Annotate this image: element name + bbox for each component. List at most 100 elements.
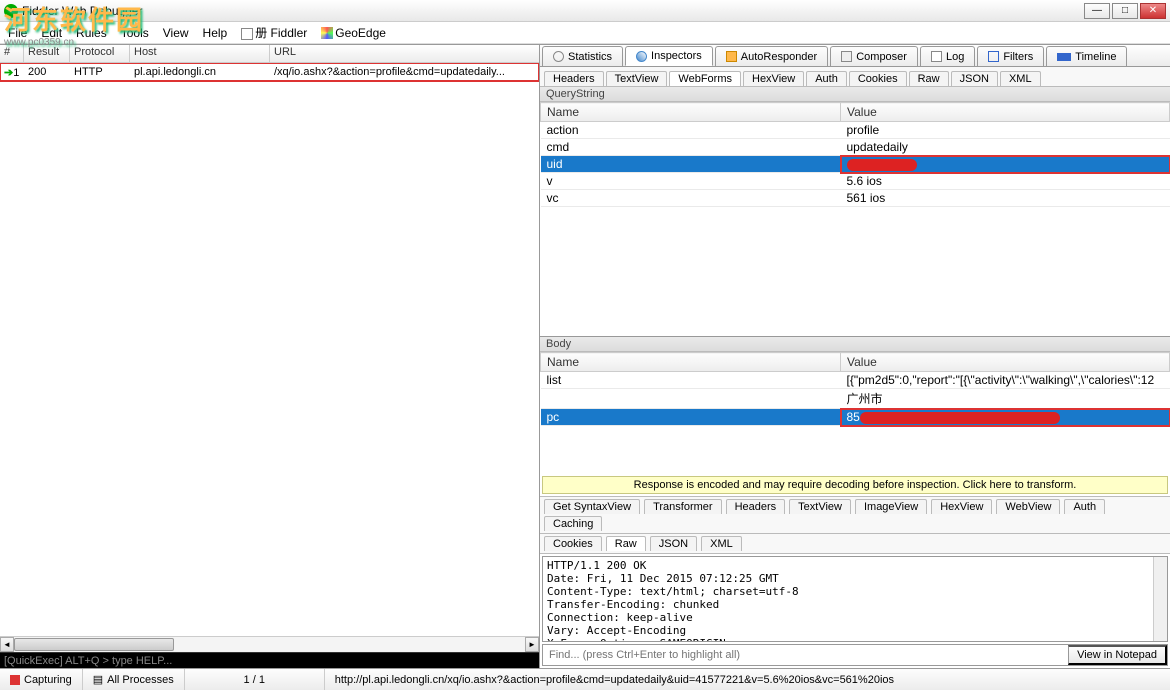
menu-tools[interactable]: Tools <box>121 26 149 40</box>
table-row[interactable]: pc85 <box>541 409 1170 426</box>
find-bar: View in Notepad <box>542 644 1168 666</box>
table-row[interactable]: vc561 ios <box>541 190 1170 207</box>
reqtab-xml[interactable]: XML <box>1000 71 1041 86</box>
inspector-tabs: Statistics Inspectors AutoResponder Comp… <box>540 45 1170 67</box>
timeline-icon <box>1057 53 1071 61</box>
tab-statistics[interactable]: Statistics <box>542 46 623 66</box>
processes-icon: ▤ <box>93 673 103 686</box>
redacted-value <box>860 412 1060 424</box>
scroll-left-icon[interactable]: ◄ <box>0 637 14 652</box>
table-row[interactable]: 广州市 <box>541 389 1170 409</box>
col-protocol[interactable]: Protocol <box>70 45 130 62</box>
resptab-json[interactable]: JSON <box>650 536 697 551</box>
col-url[interactable]: URL <box>270 45 539 62</box>
resptab-imageview[interactable]: ImageView <box>855 499 927 514</box>
resptab-headers[interactable]: Headers <box>726 499 786 514</box>
clock-icon <box>553 51 564 62</box>
app-icon <box>4 4 18 18</box>
resptab-cookies[interactable]: Cookies <box>544 536 602 551</box>
table-row[interactable]: actionprofile <box>541 122 1170 139</box>
tab-autoresponder[interactable]: AutoResponder <box>715 46 828 66</box>
body-th-name[interactable]: Name <box>541 353 841 372</box>
menu-file[interactable]: File <box>8 26 27 40</box>
tab-composer[interactable]: Composer <box>830 46 918 66</box>
col-host[interactable]: Host <box>130 45 270 62</box>
tab-timeline[interactable]: Timeline <box>1046 46 1127 66</box>
reqtab-webforms[interactable]: WebForms <box>669 71 741 86</box>
body-th-value[interactable]: Value <box>841 353 1170 372</box>
reqtab-textview[interactable]: TextView <box>606 71 668 86</box>
status-bar: Capturing ▤All Processes 1 / 1 http://pl… <box>0 668 1170 690</box>
menu-geoedge[interactable]: GeoEdge <box>321 26 386 40</box>
body-table[interactable]: Name Value list[{"pm2d5":0,"report":"[{\… <box>540 352 1170 426</box>
lightning-icon <box>726 51 737 62</box>
resptab-textview[interactable]: TextView <box>789 499 851 514</box>
response-tabs-row2: Cookies Raw JSON XML <box>540 534 1170 554</box>
quickexec-input[interactable]: [QuickExec] ALT+Q > type HELP... <box>0 652 539 668</box>
resptab-webview[interactable]: WebView <box>996 499 1060 514</box>
capture-icon <box>10 675 20 685</box>
menu-fiddler[interactable]: 册 Fiddler <box>241 24 307 41</box>
table-row[interactable]: uid <box>541 156 1170 173</box>
close-button[interactable]: ✕ <box>1140 3 1166 19</box>
qs-th-name[interactable]: Name <box>541 103 841 122</box>
sessions-list[interactable]: ➔1 200 HTTP pl.api.ledongli.cn /xq/io.as… <box>0 63 539 636</box>
session-row[interactable]: ➔1 200 HTTP pl.api.ledongli.cn /xq/io.as… <box>0 63 539 81</box>
menu-help[interactable]: Help <box>203 26 228 40</box>
reqtab-hexview[interactable]: HexView <box>743 71 804 86</box>
h-scrollbar[interactable]: ◄ ► <box>0 636 539 652</box>
reqtab-auth[interactable]: Auth <box>806 71 847 86</box>
status-processes[interactable]: ▤All Processes <box>83 669 185 690</box>
tab-filters[interactable]: Filters <box>977 46 1044 66</box>
view-notepad-button[interactable]: View in Notepad <box>1068 645 1167 665</box>
tab-inspectors[interactable]: Inspectors <box>625 46 713 66</box>
reqtab-json[interactable]: JSON <box>951 71 998 86</box>
tab-log[interactable]: Log <box>920 46 975 66</box>
status-count: 1 / 1 <box>185 669 325 690</box>
title-bar: Fiddler Web Debugger — □ ✕ <box>0 0 1170 22</box>
resptab-raw[interactable]: Raw <box>606 536 646 551</box>
decode-notice[interactable]: Response is encoded and may require deco… <box>542 476 1168 494</box>
body-title: Body <box>540 337 1170 352</box>
find-input[interactable] <box>543 645 1068 665</box>
composer-icon <box>841 51 852 62</box>
status-capturing[interactable]: Capturing <box>0 669 83 690</box>
menu-bar: File Edit Rules Tools View Help 册 Fiddle… <box>0 22 1170 44</box>
resptab-caching[interactable]: Caching <box>544 516 602 531</box>
col-result[interactable]: Result <box>24 45 70 62</box>
menu-rules[interactable]: Rules <box>76 26 107 40</box>
maximize-button[interactable]: □ <box>1112 3 1138 19</box>
status-url: http://pl.api.ledongli.cn/xq/io.ashx?&ac… <box>325 669 1170 690</box>
table-row[interactable]: cmdupdatedaily <box>541 139 1170 156</box>
qs-th-value[interactable]: Value <box>841 103 1170 122</box>
resptab-transformer[interactable]: Transformer <box>644 499 722 514</box>
reqtab-raw[interactable]: Raw <box>909 71 949 86</box>
querystring-title: QueryString <box>540 87 1170 102</box>
resptab-auth[interactable]: Auth <box>1064 499 1105 514</box>
table-row[interactable]: v5.6 ios <box>541 173 1170 190</box>
response-tabs: Get SyntaxView Transformer Headers TextV… <box>540 496 1170 534</box>
menu-edit[interactable]: Edit <box>41 26 62 40</box>
menu-view[interactable]: View <box>163 26 189 40</box>
request-tabs: Headers TextView WebForms HexView Auth C… <box>540 67 1170 87</box>
reqtab-headers[interactable]: Headers <box>544 71 604 86</box>
scroll-thumb[interactable] <box>14 638 174 651</box>
reqtab-cookies[interactable]: Cookies <box>849 71 907 86</box>
minimize-button[interactable]: — <box>1084 3 1110 19</box>
querystring-table[interactable]: Name Value actionprofile cmdupdatedaily … <box>540 102 1170 207</box>
col-num[interactable]: # <box>0 45 24 62</box>
magnifier-icon <box>636 51 647 62</box>
v-scrollbar[interactable] <box>1153 557 1167 641</box>
table-row[interactable]: list[{"pm2d5":0,"report":"[{\"activity\"… <box>541 372 1170 389</box>
resptab-xml[interactable]: XML <box>701 536 742 551</box>
resptab-getsyntax[interactable]: Get SyntaxView <box>544 499 640 514</box>
sessions-header: # Result Protocol Host URL <box>0 45 539 63</box>
raw-response[interactable]: HTTP/1.1 200 OK Date: Fri, 11 Dec 2015 0… <box>542 556 1168 642</box>
scroll-right-icon[interactable]: ► <box>525 637 539 652</box>
window-title: Fiddler Web Debugger <box>22 4 143 18</box>
resptab-hexview[interactable]: HexView <box>931 499 992 514</box>
redacted-value <box>847 159 917 171</box>
log-icon <box>931 51 942 62</box>
session-icon: ➔ <box>4 67 13 79</box>
filter-icon <box>988 51 999 62</box>
